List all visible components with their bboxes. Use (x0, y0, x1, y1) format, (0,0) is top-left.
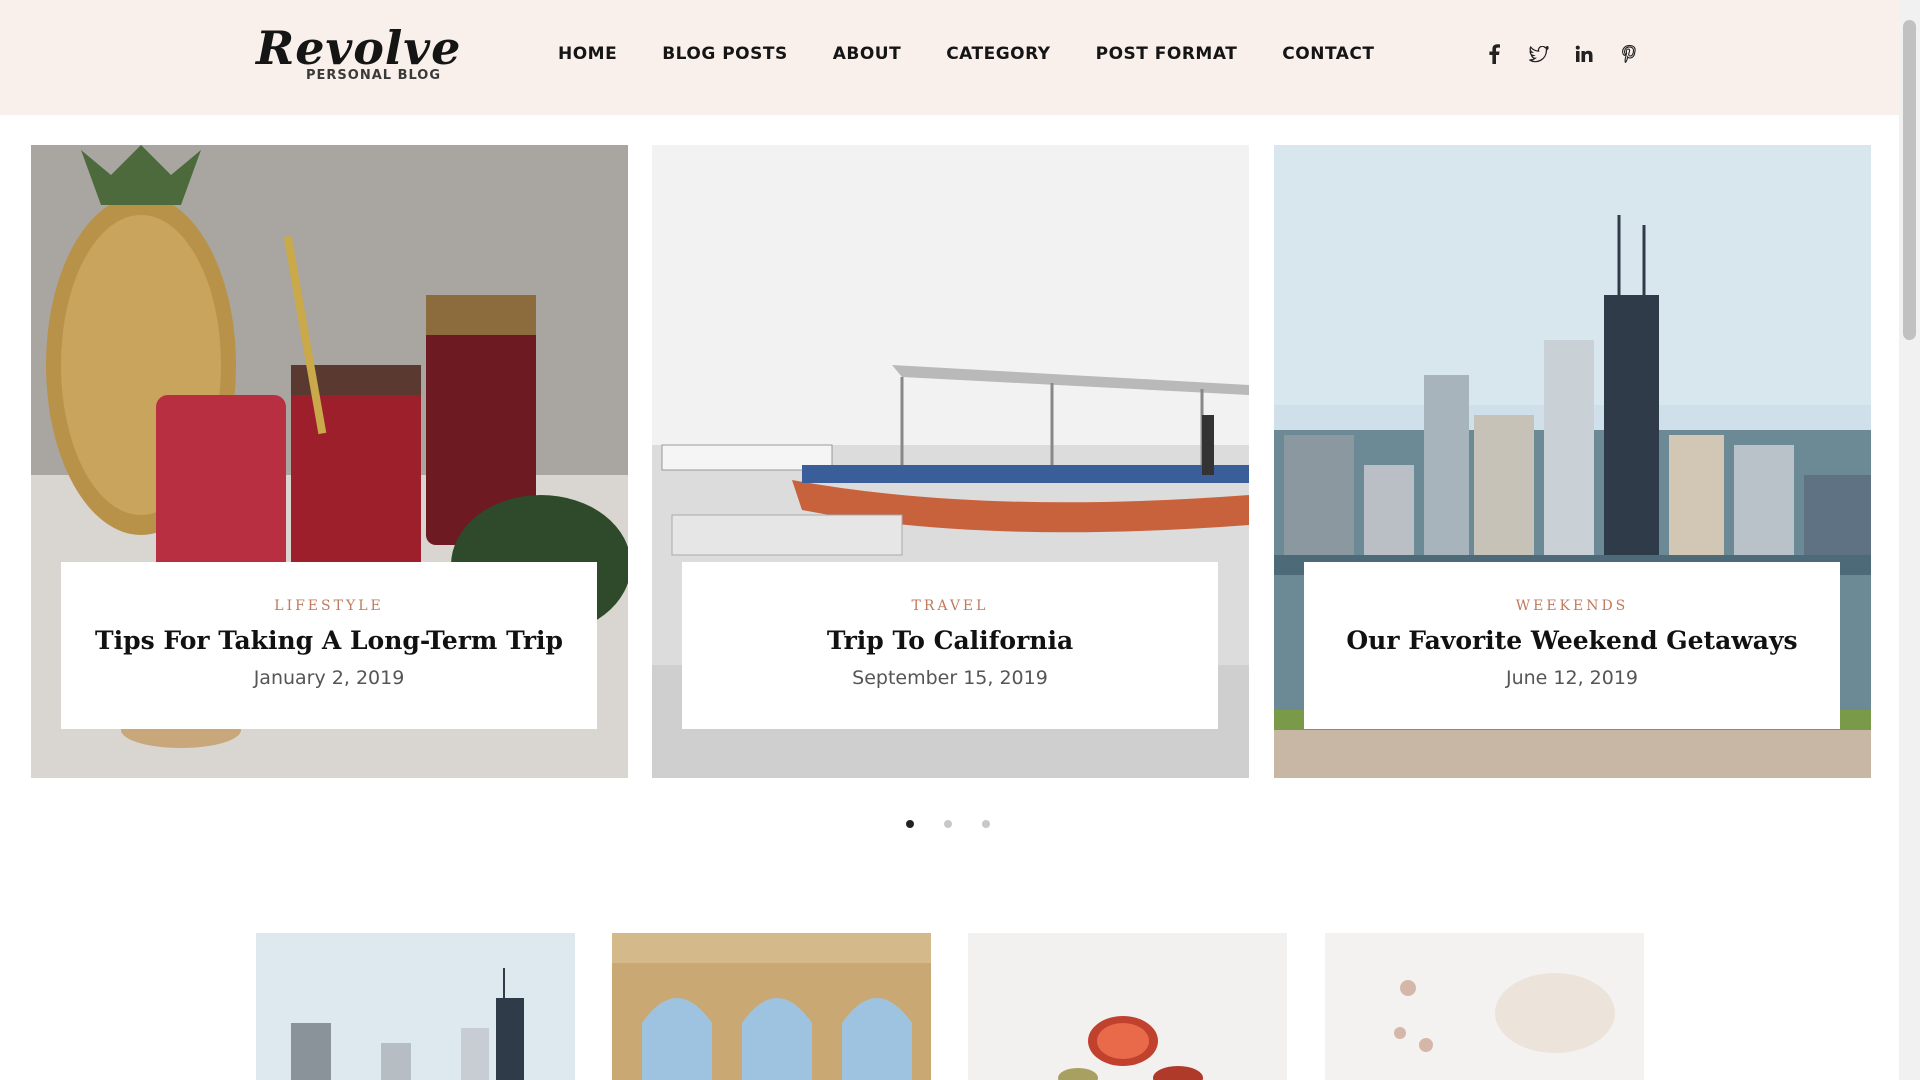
linkedin-icon[interactable] (1574, 44, 1594, 64)
post-thumbnail-arches[interactable] (612, 933, 931, 1080)
facebook-icon[interactable] (1484, 44, 1504, 64)
social-links (1484, 44, 1639, 64)
nav-category[interactable]: CATEGORY (946, 44, 1050, 64)
site-header: Revolve PERSONAL BLOG HOME BLOG POSTS AB… (0, 0, 1899, 115)
nav-post-format[interactable]: POST FORMAT (1096, 44, 1238, 64)
page-scrollbar[interactable] (1899, 0, 1920, 1080)
slide-travel[interactable]: TRAVEL Trip To California September 15, … (652, 145, 1249, 778)
post-date: September 15, 2019 (852, 667, 1048, 689)
figs-thumbnail-image (968, 933, 1287, 1080)
nav-about[interactable]: ABOUT (833, 44, 901, 64)
nav-contact[interactable]: CONTACT (1282, 44, 1374, 64)
slide-card: LIFESTYLE Tips For Taking A Long-Term Tr… (61, 562, 597, 729)
city-thumbnail-image (256, 933, 575, 1080)
pinterest-icon[interactable] (1619, 44, 1639, 64)
scrollbar-thumb[interactable] (1903, 20, 1916, 340)
nav-blog-posts[interactable]: BLOG POSTS (662, 44, 788, 64)
post-thumbnail-decor[interactable] (1325, 933, 1644, 1080)
slide-lifestyle[interactable]: LIFESTYLE Tips For Taking A Long-Term Tr… (31, 145, 628, 778)
slider-dot-3[interactable] (982, 820, 990, 828)
arches-thumbnail-image (612, 933, 931, 1080)
post-category[interactable]: LIFESTYLE (61, 598, 597, 614)
post-date: June 12, 2019 (1505, 667, 1639, 689)
post-thumbnail-city[interactable] (256, 933, 575, 1080)
twitter-icon[interactable] (1529, 44, 1549, 64)
main-nav: HOME BLOG POSTS ABOUT CATEGORY POST FORM… (558, 44, 1419, 64)
slider-dot-1[interactable] (906, 820, 914, 828)
slide-weekends[interactable]: WEEKENDS Our Favorite Weekend Getaways J… (1274, 145, 1871, 778)
post-category[interactable]: WEEKENDS (1304, 598, 1840, 614)
post-date: January 2, 2019 (253, 667, 405, 689)
post-category[interactable]: TRAVEL (682, 598, 1218, 614)
logo-wordmark: Revolve (256, 21, 462, 75)
post-title[interactable]: Trip To California (682, 626, 1218, 655)
slider-pagination (906, 820, 990, 828)
slider-dot-2[interactable] (944, 820, 952, 828)
site-logo[interactable]: Revolve PERSONAL BLOG (256, 21, 462, 83)
slide-card: WEEKENDS Our Favorite Weekend Getaways J… (1304, 562, 1840, 729)
post-title[interactable]: Tips For Taking A Long-Term Trip (61, 626, 597, 655)
post-title[interactable]: Our Favorite Weekend Getaways (1304, 626, 1840, 655)
logo-tagline: PERSONAL BLOG (306, 68, 442, 83)
nav-home[interactable]: HOME (558, 44, 617, 64)
post-thumbnail-figs[interactable] (968, 933, 1287, 1080)
slide-card: TRAVEL Trip To California September 15, … (682, 562, 1218, 729)
decor-thumbnail-image (1325, 933, 1644, 1080)
